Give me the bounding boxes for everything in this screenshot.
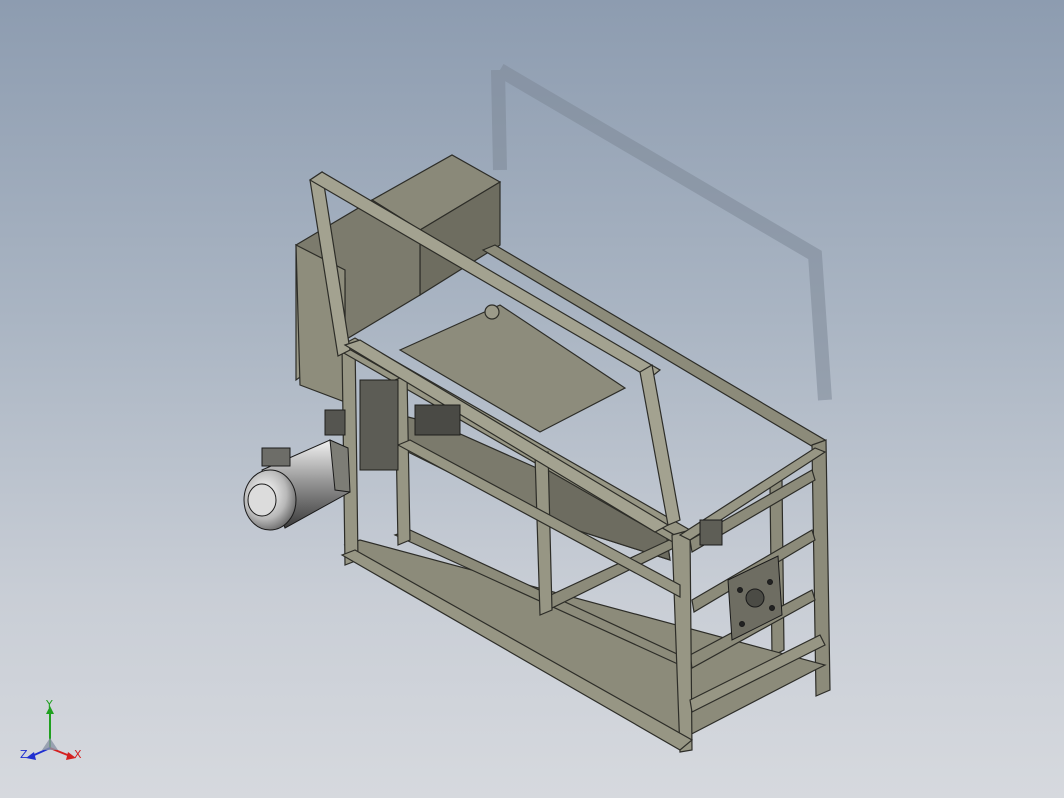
z-axis-label: Z — [20, 748, 28, 761]
cad-viewport[interactable]: Y X Z — [0, 0, 1064, 798]
machine-frame-model[interactable] — [0, 0, 1064, 798]
view-triad[interactable]: Y X Z — [18, 698, 88, 770]
x-axis-label: X — [74, 748, 82, 761]
electric-motor[interactable] — [243, 439, 351, 531]
y-axis-label: Y — [46, 698, 53, 711]
triad-center — [42, 738, 58, 750]
